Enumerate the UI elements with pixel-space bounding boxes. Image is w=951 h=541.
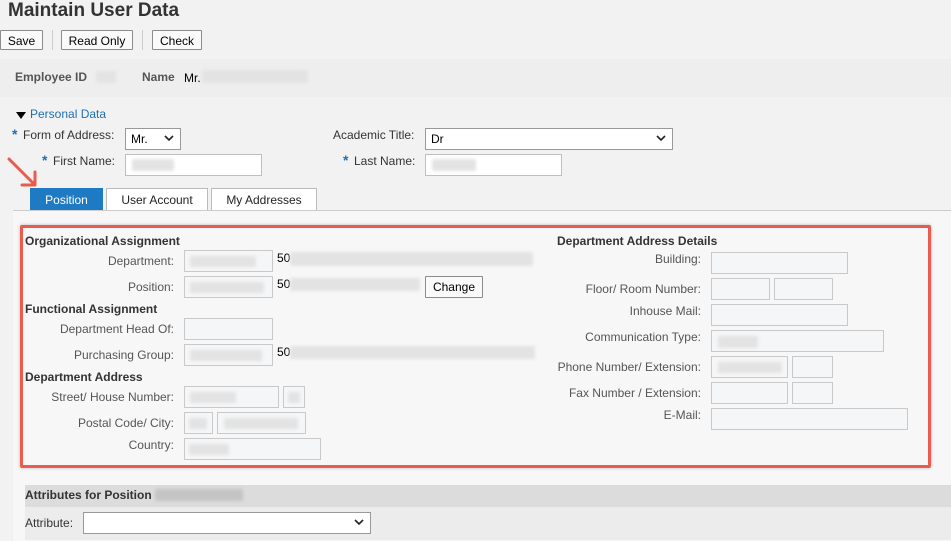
first-name-label: First Name:: [53, 154, 116, 168]
form-of-address-label: Form of Address:: [23, 128, 115, 142]
academic-title-label: Academic Title:: [333, 128, 415, 142]
form-of-address-select[interactable]: Mr.: [125, 128, 181, 150]
attributes-position-name: [155, 489, 243, 501]
academic-title-select[interactable]: Dr: [425, 128, 673, 150]
chevron-down-icon: [354, 519, 364, 526]
tab-user-account[interactable]: User Account: [106, 188, 208, 212]
annotation-arrow-icon: [7, 157, 37, 187]
last-name-value: [432, 159, 476, 171]
first-name-value: [132, 159, 174, 171]
page-title: Maintain User Data: [8, 0, 180, 21]
read-only-button[interactable]: Read Only: [61, 30, 133, 50]
tab-position[interactable]: Position: [30, 188, 103, 212]
name-value: [202, 70, 308, 83]
highlight-box: [20, 225, 931, 468]
toolbar-separator: [142, 30, 143, 50]
tab-my-addresses[interactable]: My Addresses: [211, 188, 317, 212]
last-name-field[interactable]: [425, 154, 562, 176]
employee-id-label: Employee ID: [15, 70, 88, 84]
required-marker: *: [343, 152, 349, 168]
name-label: Name: [142, 70, 175, 84]
save-button[interactable]: Save: [0, 30, 43, 50]
name-prefix: Mr.: [184, 71, 201, 85]
attributes-heading: Attributes for Position: [25, 488, 152, 502]
first-name-field[interactable]: [125, 154, 262, 176]
attribute-label: Attribute:: [25, 516, 74, 530]
employee-id-value: [96, 71, 116, 83]
personal-data-toggle[interactable]: Personal Data: [30, 107, 106, 121]
form-of-address-value: Mr.: [131, 132, 148, 146]
check-button[interactable]: Check: [152, 30, 202, 50]
toolbar-separator: [52, 30, 53, 50]
academic-title-value: Dr: [431, 132, 444, 146]
chevron-down-icon: [164, 135, 174, 142]
collapse-triangle-icon[interactable]: [16, 110, 26, 120]
last-name-label: Last Name:: [354, 154, 416, 168]
required-marker: *: [42, 152, 48, 168]
chevron-down-icon: [656, 135, 666, 142]
attribute-select[interactable]: [83, 512, 371, 534]
required-marker: *: [12, 126, 18, 142]
